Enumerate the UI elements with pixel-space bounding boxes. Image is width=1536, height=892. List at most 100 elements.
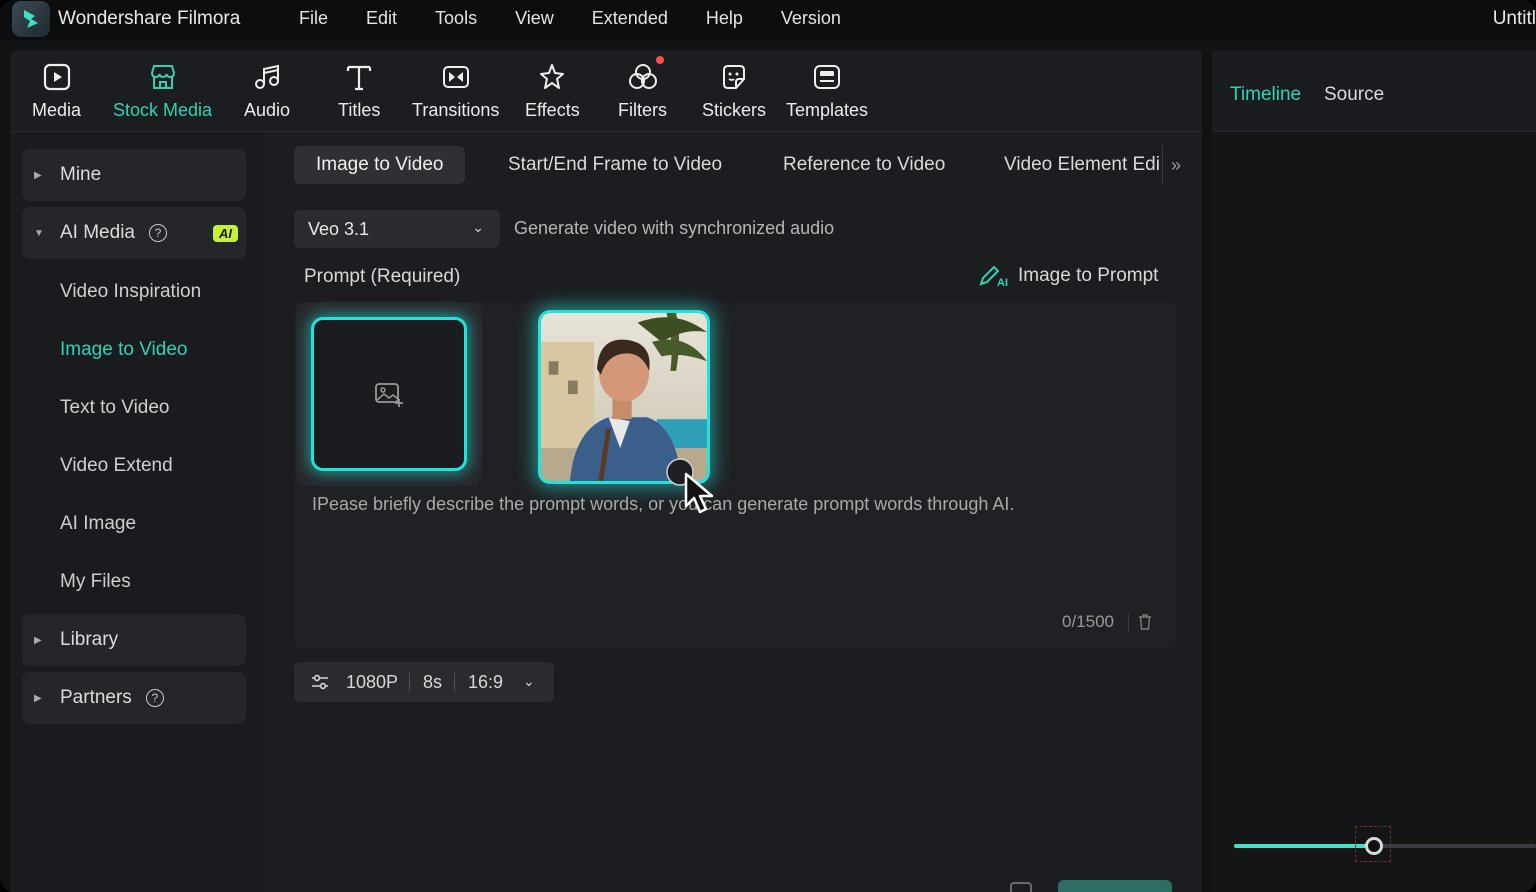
toolbar-media[interactable]: Media [32, 60, 81, 121]
sidebar-item-my-files[interactable]: My Files [60, 571, 131, 593]
toolbar-audio[interactable]: Audio [244, 60, 290, 121]
toolbar-transitions[interactable]: Transitions [412, 60, 499, 121]
tab-reference-to-video[interactable]: Reference to Video [783, 146, 945, 184]
toolbar-stickers[interactable]: Stickers [702, 60, 766, 121]
svg-text:AI: AI [997, 277, 1008, 288]
sidebar-group-label: Mine [60, 164, 102, 185]
toolbar-label: Effects [525, 100, 580, 120]
tab-video-element-edit[interactable]: Video Element Edi [1004, 146, 1160, 184]
chevron-down-icon: ⌄ [472, 219, 484, 235]
divider [409, 673, 410, 691]
sticker-icon [717, 60, 751, 94]
generation-settings[interactable]: 1080P 8s 16:9 ⌄ [294, 662, 554, 702]
music-note-icon [250, 60, 284, 94]
toolbar-titles[interactable]: Titles [338, 60, 380, 121]
sidebar: ▶ Mine ▼ AI Media ? AI Video Inspiration… [10, 133, 268, 892]
duration-value: 8s [423, 672, 443, 692]
mouse-cursor-icon [666, 458, 714, 514]
prompt-label: Prompt (Required) [304, 266, 461, 287]
image-to-prompt-label: Image to Prompt [1018, 265, 1159, 286]
menu-bar: File Edit Tools View Extended Help Versi… [280, 6, 860, 30]
sparkle-star-icon [535, 60, 569, 94]
zoom-slider-thumb[interactable] [1365, 837, 1383, 855]
preview-icon[interactable] [1010, 882, 1032, 892]
model-description: Generate video with synchronized audio [514, 218, 835, 238]
menu-file[interactable]: File [299, 6, 328, 30]
model-value: Veo 3.1 [308, 219, 370, 239]
sidebar-group-partners[interactable]: ▶ Partners ? [22, 672, 246, 724]
toolbar-label: Stock Media [113, 100, 213, 120]
expand-arrow-icon: ▶ [34, 692, 42, 704]
menu-help[interactable]: Help [706, 6, 743, 30]
help-icon[interactable]: ? [145, 689, 164, 707]
expand-arrow-icon: ▶ [34, 169, 42, 181]
tab-start-end-frame[interactable]: Start/End Frame to Video [508, 146, 722, 184]
app-name: Wondershare Filmora [58, 8, 241, 29]
toolbar-templates[interactable]: Templates [786, 60, 868, 121]
media-icon [40, 60, 74, 94]
resolution-value: 1080P [346, 672, 399, 692]
aspect-ratio-value: 16:9 [468, 672, 504, 692]
chevron-down-icon: ⌄ [523, 673, 535, 689]
menu-edit[interactable]: Edit [366, 6, 397, 30]
sidebar-item-text-to-video[interactable]: Text to Video [60, 397, 170, 419]
toolbar-label: Transitions [412, 100, 500, 120]
add-image-icon [375, 383, 403, 407]
zoom-slider-fill [1234, 844, 1374, 848]
ai-badge: AI [212, 224, 238, 242]
sidebar-item-image-to-video[interactable]: Image to Video [60, 339, 187, 361]
divider [1128, 614, 1129, 632]
store-icon [146, 60, 180, 94]
upload-image-button[interactable] [311, 317, 467, 471]
preview-header: Timeline Source [1212, 50, 1536, 132]
ai-pen-icon: AI [979, 265, 1008, 288]
tab-image-to-video[interactable]: Image to Video [294, 146, 466, 184]
filters-icon [626, 56, 664, 94]
app-window: Wondershare Filmora File Edit Tools View… [0, 0, 1536, 892]
trash-icon[interactable] [1138, 614, 1152, 630]
more-tabs-chevron-icon[interactable]: » [1162, 146, 1181, 184]
template-icon [810, 60, 844, 94]
transition-icon [439, 60, 473, 94]
document-title: Untitl [1492, 8, 1536, 29]
media-toolbar: Media Stock Media Audio Titles Transitio… [10, 50, 1202, 132]
divider [454, 673, 455, 691]
toolbar-filters[interactable]: Filters [618, 56, 667, 121]
toolbar-label: Audio [244, 100, 291, 120]
image-to-prompt-button[interactable]: AI Image to Prompt [978, 264, 1158, 288]
help-icon[interactable]: ? [148, 224, 167, 242]
title-bar: Wondershare Filmora File Edit Tools View… [0, 0, 1536, 40]
sidebar-item-video-extend[interactable]: Video Extend [60, 455, 173, 477]
sliders-icon [312, 674, 328, 690]
text-t-icon [342, 60, 376, 94]
expand-arrow-icon: ▶ [34, 634, 42, 646]
menu-extended[interactable]: Extended [592, 6, 668, 30]
model-select[interactable]: Veo 3.1 ⌄ [294, 210, 500, 248]
toolbar-label: Filters [618, 100, 667, 120]
sidebar-group-label: Partners [60, 687, 132, 708]
sidebar-item-video-inspiration[interactable]: Video Inspiration [60, 281, 201, 303]
sidebar-group-mine[interactable]: ▶ Mine [22, 149, 246, 201]
sidebar-group-ai-media[interactable]: ▼ AI Media ? AI [22, 207, 246, 259]
menu-view[interactable]: View [515, 6, 554, 30]
menu-tools[interactable]: Tools [435, 6, 477, 30]
toolbar-label: Stickers [702, 100, 767, 120]
generate-button[interactable] [1058, 880, 1172, 892]
menu-version[interactable]: Version [781, 6, 841, 30]
sidebar-group-library[interactable]: ▶ Library [22, 614, 246, 666]
notification-dot [655, 56, 664, 64]
toolbar-stock-media[interactable]: Stock Media [113, 60, 212, 121]
sidebar-group-label: Library [60, 629, 119, 650]
toolbar-label: Titles [338, 100, 381, 120]
toolbar-effects[interactable]: Effects [525, 60, 580, 121]
tab-timeline[interactable]: Timeline [1230, 84, 1301, 106]
sidebar-item-ai-image[interactable]: AI Image [60, 513, 136, 535]
char-count: 0/1500 [1062, 612, 1114, 631]
preview-panel: Timeline Source [1212, 50, 1536, 892]
generation-tabs: Image to Video Start/End Frame to Video … [294, 146, 1194, 184]
filmora-logo-icon [12, 1, 50, 37]
collapse-arrow-icon: ▼ [34, 227, 44, 239]
sidebar-group-label: AI Media [60, 222, 135, 243]
tab-source[interactable]: Source [1324, 84, 1384, 106]
toolbar-label: Templates [786, 100, 869, 120]
